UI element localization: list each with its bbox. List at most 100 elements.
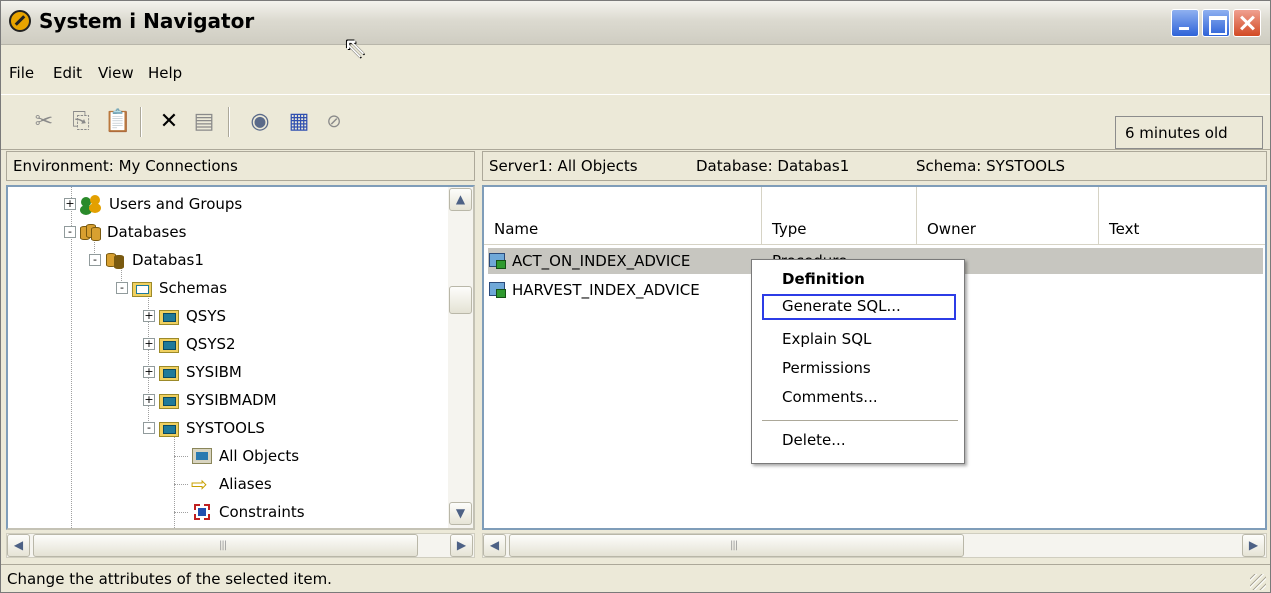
expand-icon[interactable]: +	[64, 198, 76, 210]
collapse-icon[interactable]: -	[89, 254, 101, 266]
tree-guide-line	[174, 435, 175, 528]
collapse-icon[interactable]: -	[116, 282, 128, 294]
status-text: Change the attributes of the selected it…	[7, 570, 332, 588]
menu-separator	[762, 420, 958, 422]
scroll-left-icon[interactable]: ◀	[483, 534, 506, 557]
constraints-icon	[191, 502, 213, 522]
column-header-owner[interactable]: Owner	[917, 187, 1099, 245]
scroll-right-icon[interactable]: ▶	[450, 534, 473, 557]
toolbar-separator	[140, 107, 142, 137]
tree-item-qsys2[interactable]: + QSYS2	[143, 330, 236, 358]
expand-icon[interactable]: +	[143, 310, 155, 322]
environment-header: Environment: My Connections	[6, 151, 475, 181]
menu-item-definition[interactable]: Definition	[762, 267, 956, 293]
tree-vertical-scrollbar[interactable]: ▲ ▼	[448, 187, 473, 528]
tree-item-schemas[interactable]: - Schemas	[116, 274, 227, 302]
list-hscroll-thumb[interactable]: |||	[509, 534, 964, 557]
refresh-age-indicator: 6 minutes old	[1115, 116, 1263, 149]
tree-item-qsys[interactable]: + QSYS	[143, 302, 226, 330]
menu-item-permissions[interactable]: Permissions	[762, 356, 956, 382]
tree-item-users-and-groups[interactable]: + Users and Groups	[64, 190, 242, 218]
list-horizontal-scrollbar[interactable]: ◀ ||| ▶	[482, 533, 1267, 558]
tree-item-label: QSYS2	[186, 335, 236, 353]
procedure-icon	[488, 252, 508, 270]
tree-item-databas1[interactable]: - Databas1	[89, 246, 204, 274]
database-icon	[104, 250, 126, 270]
system-i-navigator-app-icon[interactable]	[9, 10, 31, 32]
close-button[interactable]	[1233, 9, 1261, 37]
aliases-icon: ⇨	[191, 472, 208, 496]
refresh-icon[interactable]: ◉	[247, 109, 273, 135]
menu-view[interactable]: View	[98, 64, 134, 82]
menu-file[interactable]: File	[9, 64, 34, 82]
tree-item-databases[interactable]: - Databases	[64, 218, 186, 246]
tree-item-sysibm[interactable]: + SYSIBM	[143, 358, 242, 386]
stop-icon[interactable]: ⊘	[321, 109, 347, 135]
copy-icon[interactable]: ⎘	[68, 109, 94, 135]
column-header-name[interactable]: Name	[484, 187, 762, 245]
all-objects-icon	[191, 446, 213, 466]
tree-item-aliases[interactable]: ⇨ Aliases	[191, 470, 272, 498]
tree-item-label: SYSIBM	[186, 363, 242, 381]
schema-icon	[158, 334, 180, 354]
paste-icon[interactable]: 📋	[104, 109, 131, 135]
run-sql-icon[interactable]: ▦	[286, 109, 312, 135]
toolbar-separator	[228, 107, 230, 137]
menu-item-comments[interactable]: Comments...	[762, 385, 956, 411]
tree-item-constraints[interactable]: Constraints	[191, 498, 305, 526]
maximize-button[interactable]	[1202, 9, 1230, 37]
schemas-folder-icon	[131, 278, 153, 298]
menu-bar: File Edit View Help	[1, 58, 1270, 88]
collapse-icon[interactable]: -	[143, 422, 155, 434]
collapse-icon[interactable]: -	[64, 226, 76, 238]
tree-guide-line	[174, 484, 188, 485]
menu-item-generate-sql[interactable]: Generate SQL...	[762, 294, 956, 320]
tree-item-label: Users and Groups	[109, 195, 243, 213]
menu-item-delete[interactable]: Delete...	[762, 428, 956, 454]
tree-guide-line	[174, 512, 188, 513]
database-path-label: Database: Databas1	[696, 157, 850, 175]
scroll-up-icon[interactable]: ▲	[449, 188, 472, 211]
tree-hscroll-thumb[interactable]: |||	[33, 534, 418, 557]
schema-icon	[158, 306, 180, 326]
scroll-down-icon[interactable]: ▼	[449, 502, 472, 525]
title-bar[interactable]: System i Navigator ⇖	[1, 1, 1270, 64]
toolbar: ✂ ⎘ 📋 ✕ ▤ ◉ ▦ ⊘	[1, 94, 1270, 150]
databases-icon	[79, 222, 101, 242]
tree-item-sysibmadm[interactable]: + SYSIBMADM	[143, 386, 277, 414]
column-header-text[interactable]: Text	[1099, 187, 1265, 245]
scroll-left-icon[interactable]: ◀	[7, 534, 30, 557]
status-bar: Change the attributes of the selected it…	[1, 564, 1270, 593]
cut-icon[interactable]: ✂	[31, 109, 57, 135]
delete-icon[interactable]: ✕	[156, 109, 182, 135]
tree-item-label: All Objects	[219, 447, 300, 465]
navigation-tree[interactable]: + Users and Groups - Databases - Databas…	[6, 185, 475, 530]
column-header-type[interactable]: Type	[762, 187, 917, 245]
context-menu: Definition Generate SQL... Explain SQL P…	[751, 259, 965, 464]
expand-icon[interactable]: +	[143, 366, 155, 378]
menu-edit[interactable]: Edit	[53, 64, 82, 82]
expand-icon[interactable]: +	[143, 394, 155, 406]
properties-icon[interactable]: ▤	[191, 109, 217, 135]
procedure-icon	[488, 281, 508, 299]
tree-item-label: Aliases	[219, 475, 272, 493]
list-row-harvest-index-advice[interactable]: HARVEST_INDEX_ADVICE	[488, 277, 700, 303]
row-name: HARVEST_INDEX_ADVICE	[512, 281, 700, 299]
menu-help[interactable]: Help	[148, 64, 182, 82]
tree-item-label: SYSIBMADM	[186, 391, 277, 409]
schema-path-label: Schema: SYSTOOLS	[916, 157, 1065, 175]
tree-item-label: Schemas	[159, 279, 228, 297]
menu-item-explain-sql[interactable]: Explain SQL	[762, 327, 956, 353]
tree-item-all-objects[interactable]: All Objects	[191, 442, 299, 470]
tree-scroll-thumb[interactable]	[449, 286, 472, 314]
tree-item-label: Databas1	[132, 251, 204, 269]
tree-item-systools[interactable]: - SYSTOOLS	[143, 414, 265, 442]
tree-item-label: Constraints	[219, 503, 305, 521]
expand-icon[interactable]: +	[143, 338, 155, 350]
object-path-header: Server1: All Objects Database: Databas1 …	[482, 151, 1267, 181]
window-title: System i Navigator	[39, 9, 255, 33]
scroll-right-icon[interactable]: ▶	[1242, 534, 1265, 557]
resize-grip-icon[interactable]	[1250, 574, 1266, 590]
minimize-button[interactable]	[1171, 9, 1199, 37]
tree-horizontal-scrollbar[interactable]: ◀ ||| ▶	[6, 533, 475, 558]
